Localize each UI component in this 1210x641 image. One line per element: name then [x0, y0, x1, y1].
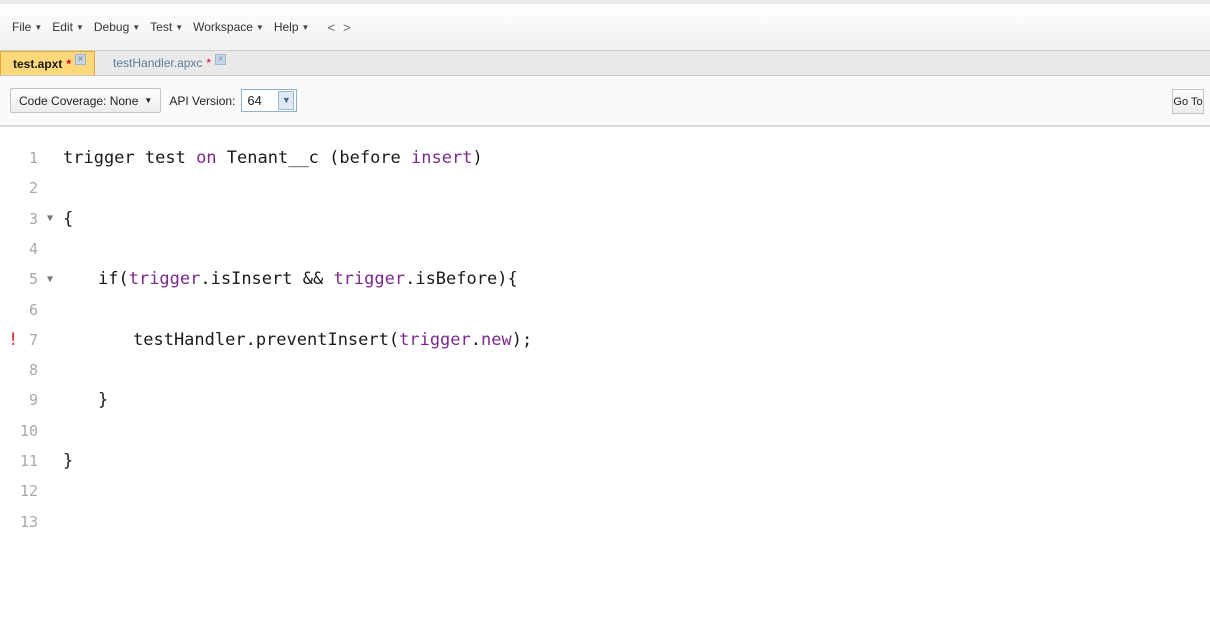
- code-token: if(: [98, 269, 129, 290]
- code-line[interactable]: 2: [0, 173, 1210, 203]
- line-number: 11: [19, 452, 38, 470]
- code-text: }: [98, 390, 108, 410]
- line-number: 9: [28, 391, 38, 410]
- caret-down-icon: ▼: [132, 22, 141, 32]
- code-line[interactable]: 8: [0, 355, 1210, 385]
- code-text: testHandler.preventInsert(trigger.new);: [133, 330, 532, 350]
- line-number: 1: [28, 149, 38, 167]
- forward-button[interactable]: >: [343, 20, 351, 35]
- code-line[interactable]: 11}: [0, 446, 1210, 476]
- line-number: 4: [28, 239, 38, 258]
- caret-down-icon: ▼: [301, 22, 310, 32]
- code-keyword: trigger: [333, 269, 406, 290]
- code-token: testHandler.preventInsert(: [133, 329, 400, 350]
- code-text: }: [63, 451, 73, 471]
- code-line[interactable]: ! 7 testHandler.preventInsert(trigger.new)…: [0, 325, 1210, 355]
- go-to-button[interactable]: Go To: [1172, 89, 1204, 114]
- code-text: if(trigger.isInsert && trigger.isBefore)…: [98, 269, 518, 289]
- caret-down-icon: ▼: [255, 22, 264, 32]
- line-number: 13: [19, 512, 38, 531]
- close-icon[interactable]: ✕: [215, 53, 227, 65]
- code-token: ): [472, 148, 483, 168]
- fold-toggle-icon[interactable]: ▼: [47, 213, 53, 224]
- tab-test-apxt[interactable]: test.apxt * ✕: [0, 51, 96, 75]
- code-line[interactable]: 13: [0, 507, 1210, 537]
- api-version-label: API Version:: [169, 93, 236, 108]
- code-keyword: insert: [411, 148, 473, 168]
- tab-label: testHandler.apxc: [113, 56, 203, 70]
- back-button[interactable]: <: [327, 20, 335, 35]
- menu-bar: File ▼ Edit ▼ Debug ▼ Test ▼ Workspace ▼ Help ▼ < >: [0, 0, 1210, 50]
- api-version-value: 64: [247, 93, 262, 108]
- menu-label: File: [12, 20, 32, 34]
- menu-label: Edit: [52, 20, 73, 34]
- menu-edit[interactable]: Edit ▼: [52, 20, 84, 34]
- code-token: }: [98, 390, 109, 411]
- menu-workspace[interactable]: Workspace ▼: [193, 20, 264, 34]
- code-editor[interactable]: 1 trigger test on Tenant__c (before inser…: [0, 127, 1210, 641]
- menu-debug[interactable]: Debug ▼: [94, 20, 140, 34]
- line-number: 2: [28, 179, 38, 198]
- code-keyword: on: [196, 148, 217, 168]
- code-token: );: [511, 329, 533, 350]
- line-number: 5: [28, 270, 38, 289]
- menu-label: Help: [273, 20, 299, 34]
- tab-label: test.apxt: [13, 56, 63, 71]
- menu-label: Test: [150, 20, 173, 34]
- api-version-select[interactable]: 64 ▼: [241, 89, 298, 112]
- code-token: }: [63, 451, 74, 471]
- code-token: trigger test: [63, 148, 197, 168]
- code-text: {: [63, 209, 73, 229]
- code-line[interactable]: 6: [0, 295, 1210, 325]
- code-line[interactable]: 5 ▼ if(trigger.isInsert && trigger.isBefor…: [0, 264, 1210, 294]
- code-keyword: trigger: [399, 329, 471, 350]
- tab-bar: test.apxt * ✕ testHandler.apxc * ✕: [0, 50, 1210, 76]
- line-number: 3: [28, 209, 38, 228]
- close-icon[interactable]: ✕: [75, 54, 87, 65]
- menu-test[interactable]: Test ▼: [150, 20, 183, 34]
- fold-toggle-icon[interactable]: ▼: [47, 274, 53, 285]
- menu-label: Workspace: [193, 20, 253, 34]
- line-number: 6: [28, 300, 38, 319]
- caret-down-icon: ▼: [75, 22, 84, 32]
- code-line[interactable]: 9}: [0, 385, 1210, 415]
- code-coverage-dropdown[interactable]: Code Coverage: None ▼: [10, 88, 162, 113]
- modified-indicator: *: [206, 56, 212, 70]
- code-line[interactable]: 3 ▼ {: [0, 204, 1210, 234]
- code-token: .isBefore){: [405, 269, 518, 290]
- menu-help[interactable]: Help ▼: [274, 20, 310, 34]
- code-line[interactable]: 10: [0, 416, 1210, 446]
- line-number: 12: [19, 482, 38, 501]
- menu-label: Debug: [93, 20, 130, 34]
- modified-indicator: *: [66, 56, 72, 71]
- line-number: 7: [28, 330, 38, 349]
- code-token: .isInsert &&: [200, 269, 334, 290]
- code-line[interactable]: 4: [0, 234, 1210, 264]
- line-number: 8: [28, 361, 38, 380]
- code-keyword: new: [481, 329, 512, 350]
- code-text: trigger test on Tenant__c (before insert…: [63, 148, 483, 168]
- caret-down-icon: ▼: [144, 96, 153, 105]
- error-icon[interactable]: !: [8, 330, 18, 350]
- caret-down-icon: ▼: [175, 22, 184, 32]
- caret-down-icon: ▼: [34, 22, 43, 32]
- code-token: .: [470, 329, 482, 350]
- code-token: Tenant__c (before: [216, 148, 412, 168]
- code-coverage-label: Code Coverage: None: [19, 93, 139, 108]
- line-number: 10: [19, 421, 38, 440]
- code-line[interactable]: 1 trigger test on Tenant__c (before inser…: [0, 143, 1210, 173]
- code-token: {: [63, 208, 74, 229]
- chevron-down-icon: ▼: [278, 91, 295, 110]
- tab-testhandler-apxc[interactable]: testHandler.apxc * ✕: [101, 51, 234, 75]
- code-keyword: trigger: [128, 269, 201, 290]
- code-line[interactable]: 12: [0, 476, 1210, 506]
- menu-file[interactable]: File ▼: [12, 20, 42, 34]
- editor-toolbar: Code Coverage: None ▼ API Version: 64 ▼ …: [0, 76, 1210, 127]
